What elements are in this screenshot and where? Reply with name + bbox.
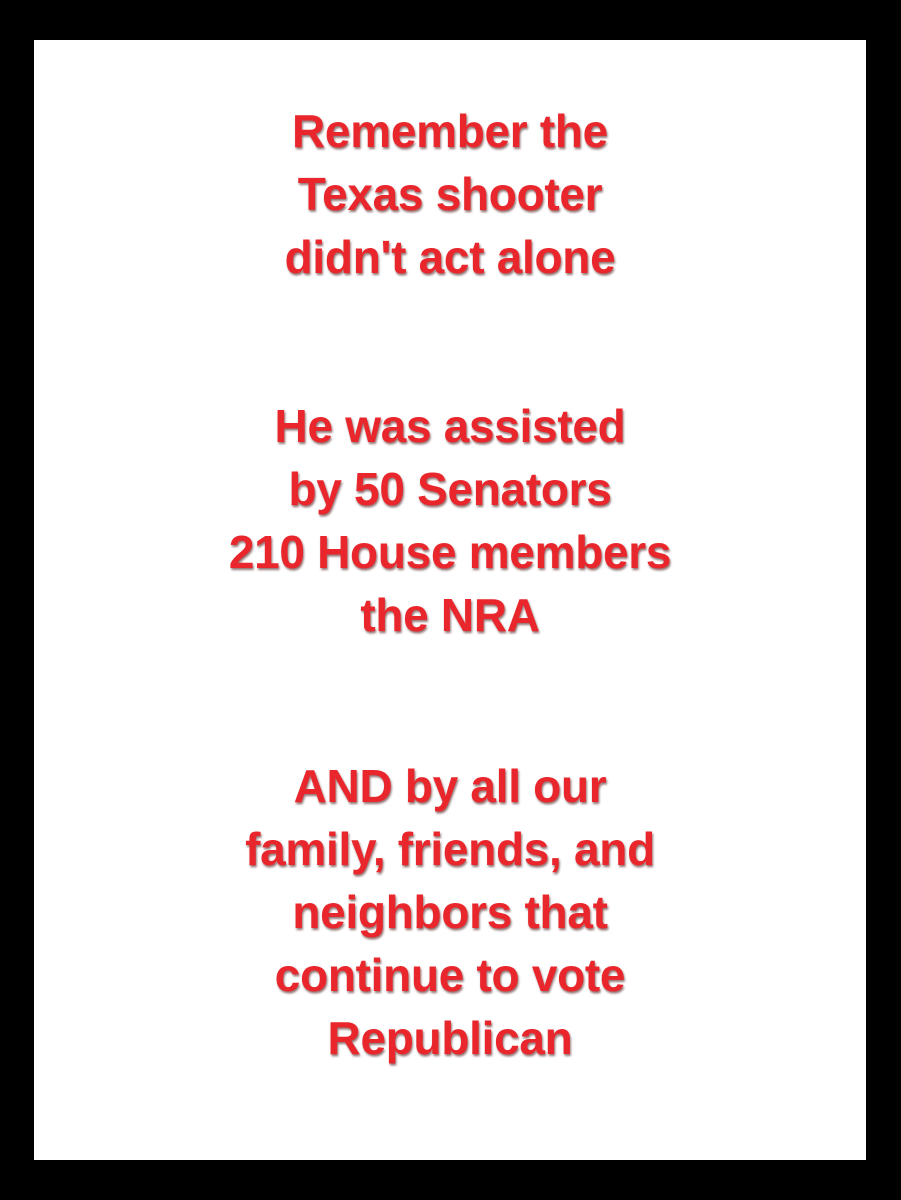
paragraph-1-line-3: didn't act alone [284, 231, 616, 283]
paragraph-1-line-2: Texas shooter [297, 168, 603, 220]
white-panel: Remember the Texas shooter didn't act al… [34, 40, 866, 1160]
paragraph-3-line-3: neighbors that [292, 886, 608, 938]
paragraph-3-line-5: Republican [327, 1012, 573, 1064]
paragraph-2-line-4: the NRA [360, 589, 540, 641]
paragraph-3: AND by all our family, friends, and neig… [34, 755, 866, 1070]
paragraph-2-line-3: 210 House members [228, 526, 672, 578]
paragraph-3-line-4: continue to vote [274, 949, 626, 1001]
paragraph-2-line-1: He was assisted [274, 400, 626, 452]
paragraph-3-line-1: AND by all our [293, 760, 607, 812]
paragraph-1-line-1: Remember the [292, 105, 608, 157]
paragraph-2-line-2: by 50 Senators [288, 463, 612, 515]
paragraph-1: Remember the Texas shooter didn't act al… [34, 100, 866, 289]
paragraph-3-line-2: family, friends, and [245, 823, 655, 875]
paragraph-2: He was assisted by 50 Senators 210 House… [34, 395, 866, 647]
